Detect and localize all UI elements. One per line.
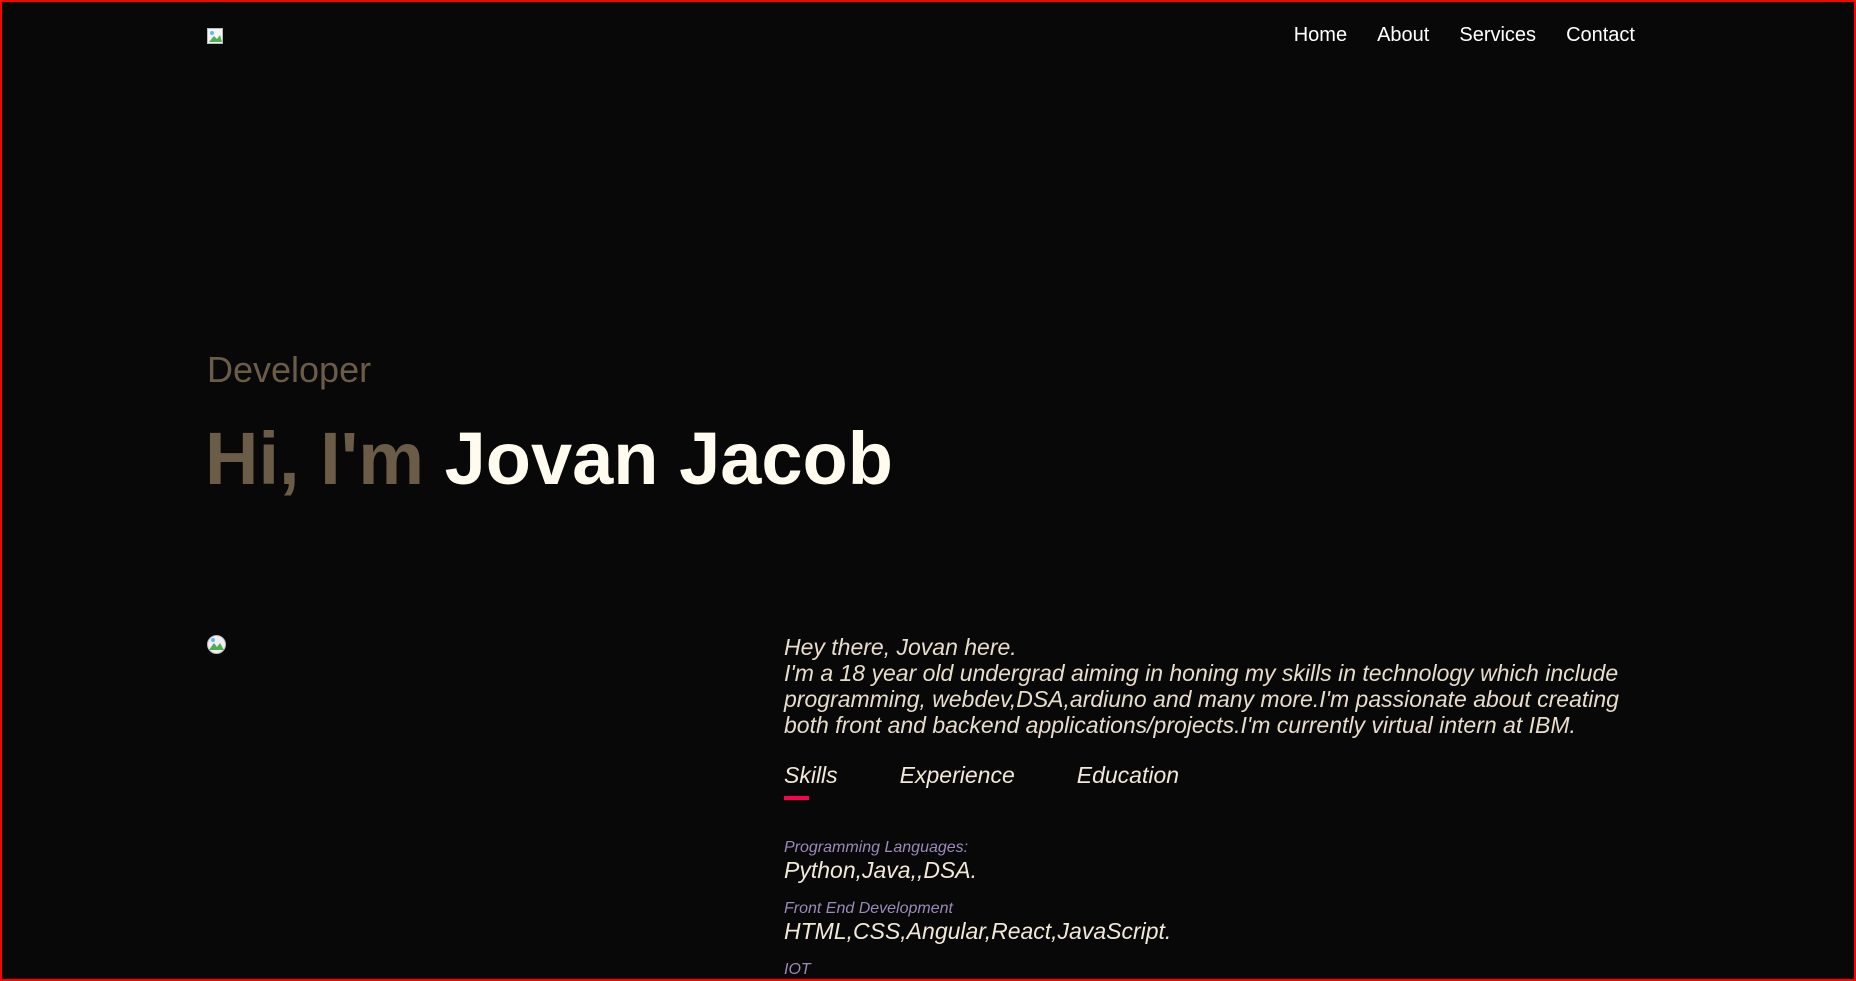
tab-experience[interactable]: Experience (900, 762, 1015, 789)
logo-image[interactable] (207, 28, 227, 46)
nav-item-about: About (1377, 24, 1429, 47)
nav-item-services: Services (1459, 24, 1536, 47)
hero-title: Hi, I'm Jovan Jacob (205, 416, 893, 501)
navbar: Home About Services Contact (207, 24, 1635, 54)
nav-link-services[interactable]: Services (1459, 24, 1536, 46)
nav-link-about[interactable]: About (1377, 24, 1429, 46)
nav-item-home: Home (1294, 24, 1347, 47)
about-intro: Hey there, Jovan here. I'm a 18 year old… (784, 634, 1624, 738)
hero-name: Jovan Jacob (444, 417, 893, 500)
skill-category: IOT (784, 961, 811, 978)
about-tabs: Skills Experience Education (784, 762, 1624, 800)
nav-link-home[interactable]: Home (1294, 24, 1347, 46)
page-frame: Home About Services Contact Developer Hi… (0, 0, 1856, 981)
skill-category: Programming Languages: (784, 839, 969, 856)
active-tab-indicator (784, 796, 809, 800)
skill-category: Front End Development (784, 900, 953, 917)
tab-skills-label: Skills (784, 762, 838, 788)
nav-links: Home About Services Contact (1294, 24, 1635, 47)
skills-list: Programming Languages: Python,Java,,DSA.… (784, 839, 1624, 979)
profile-image (207, 635, 226, 654)
tab-education[interactable]: Education (1077, 762, 1179, 789)
hero-greeting: Hi, I'm (205, 417, 445, 500)
about-line-2: I'm a 18 year old undergrad aiming in ho… (784, 660, 1619, 738)
nav-item-contact: Contact (1566, 24, 1635, 47)
hero-role: Developer (207, 349, 372, 390)
nav-link-contact[interactable]: Contact (1566, 24, 1635, 46)
skill-value: Python,Java,,DSA. (784, 857, 978, 883)
tab-skills[interactable]: Skills (784, 762, 838, 800)
skill-value: HTML,CSS,Angular,React,JavaScript. (784, 918, 1172, 944)
about-line-1: Hey there, Jovan here. (784, 634, 1017, 660)
about-section: Hey there, Jovan here. I'm a 18 year old… (784, 634, 1624, 979)
